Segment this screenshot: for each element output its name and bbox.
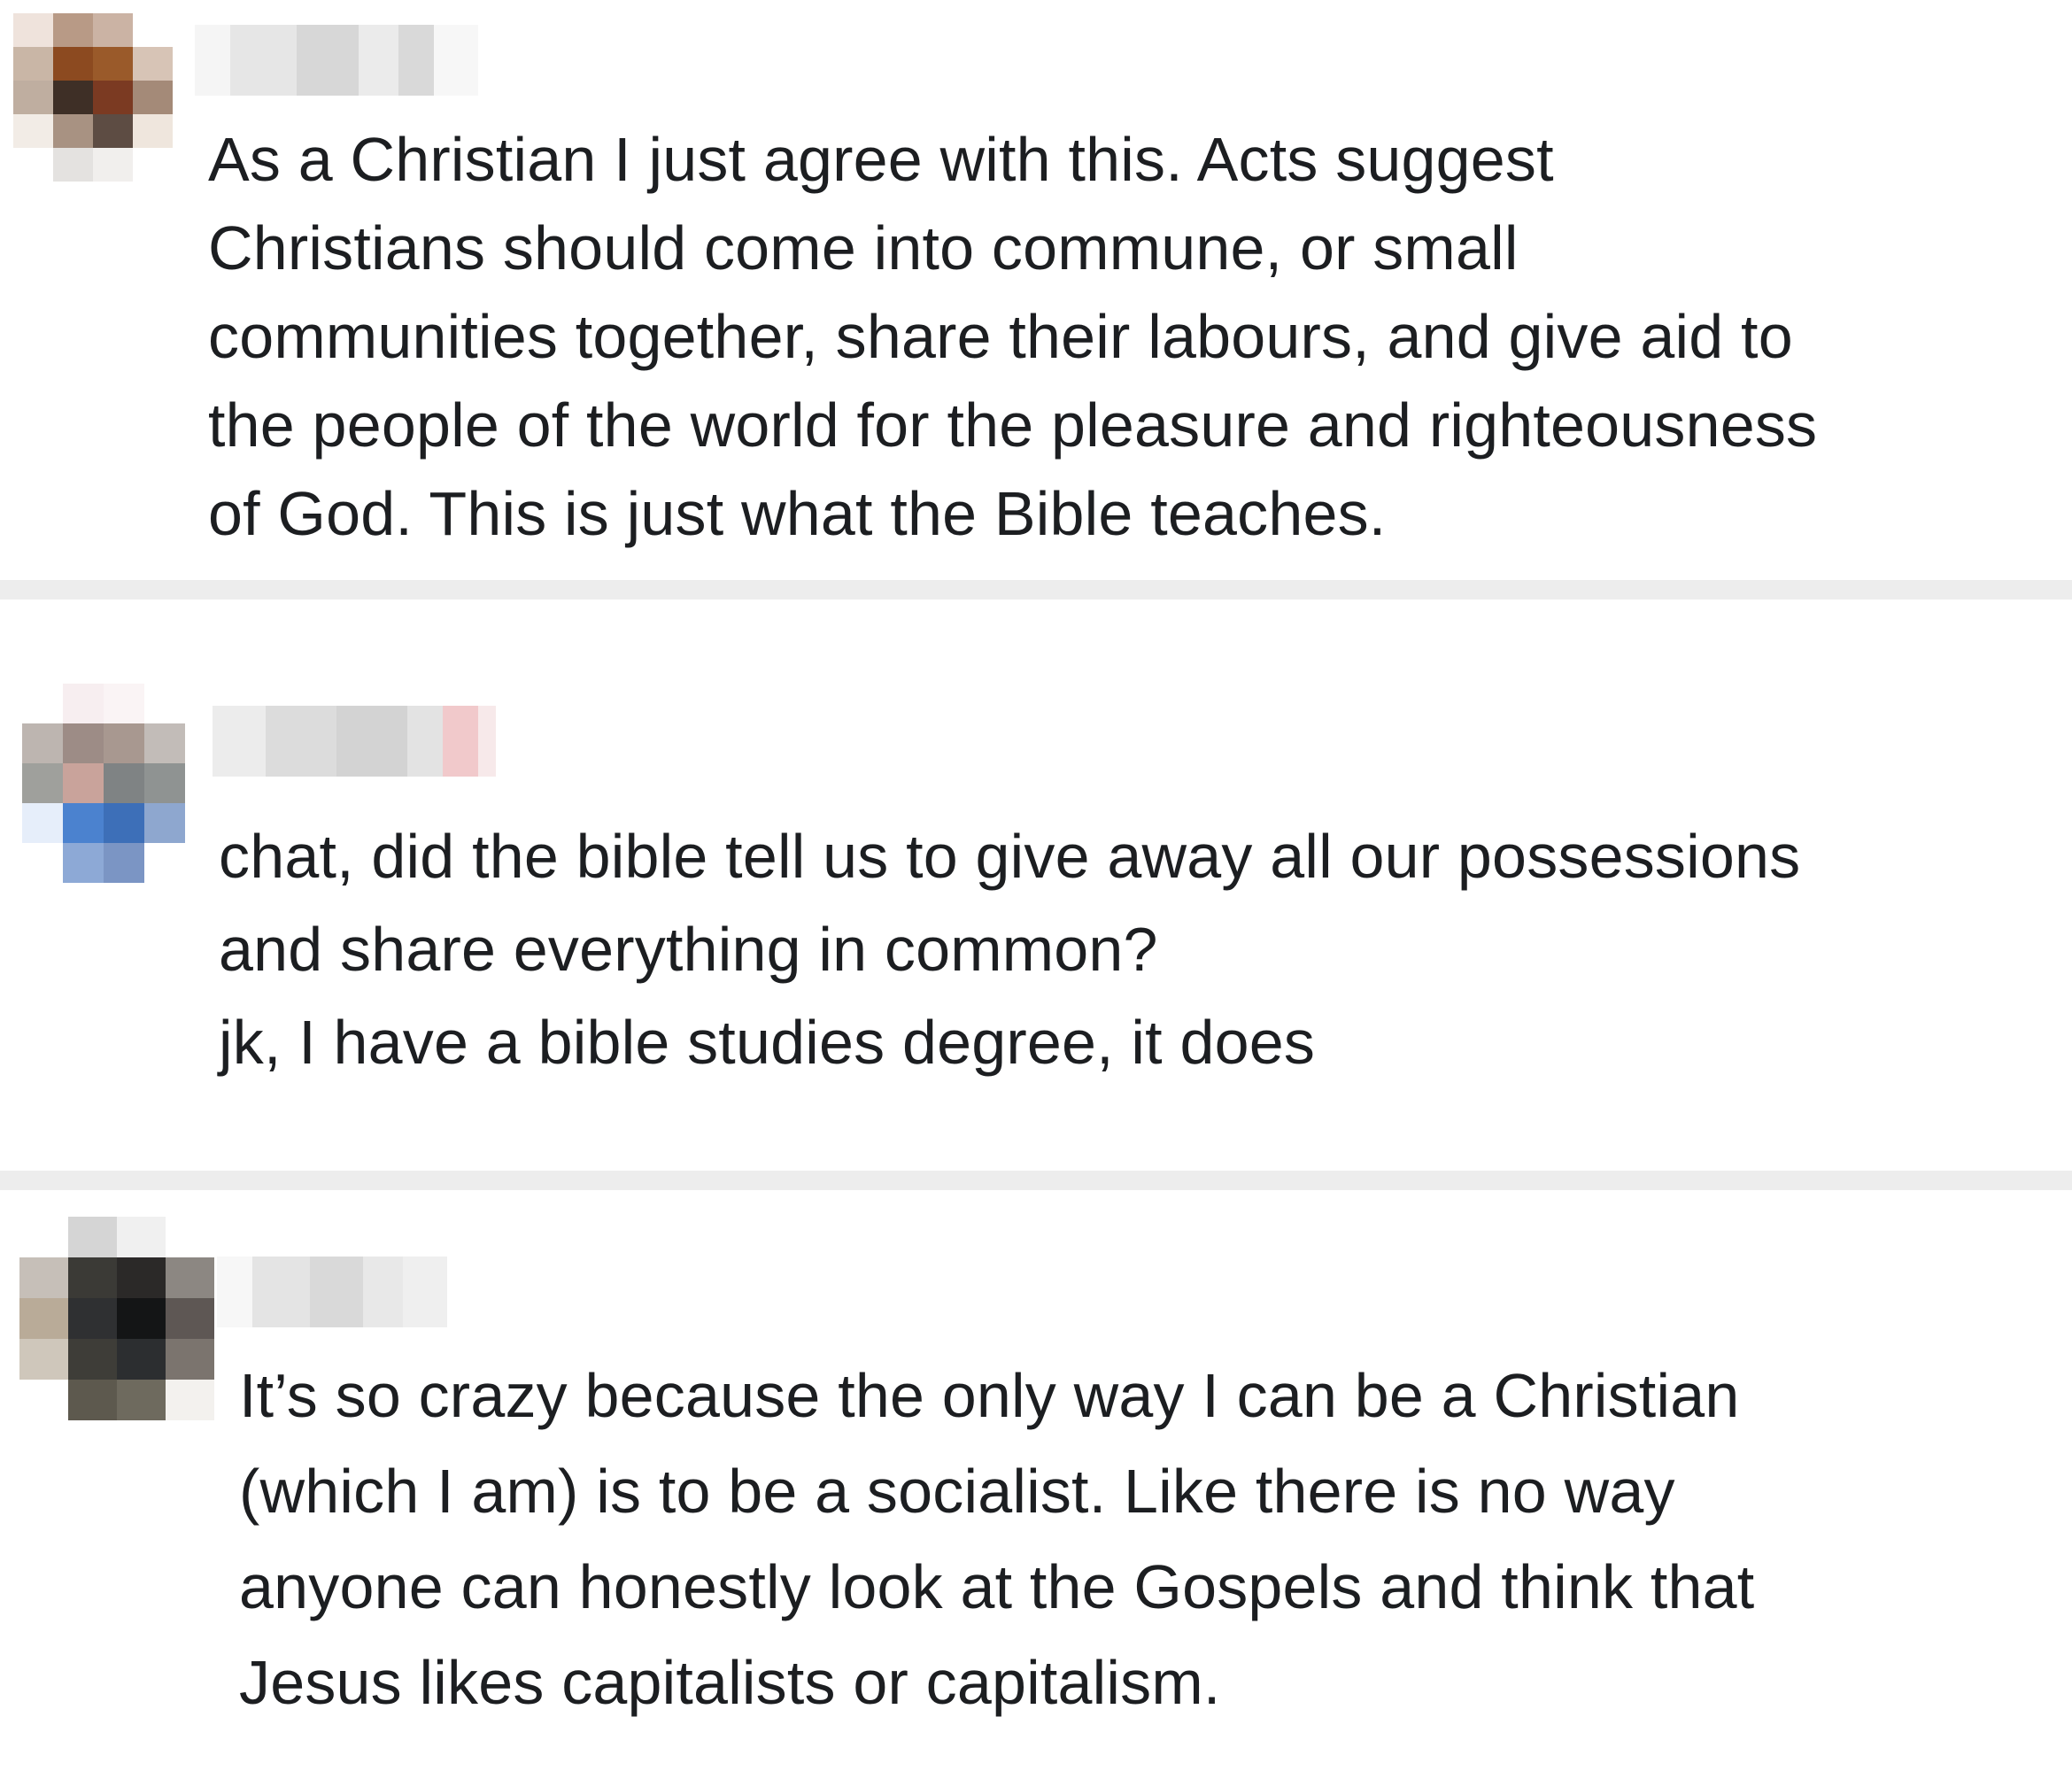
- avatar-pixel: [53, 148, 93, 182]
- author-name-redacted[interactable]: [217, 1257, 447, 1327]
- comment-text-line: anyone can honestly look at the Gospels …: [239, 1552, 1755, 1621]
- avatar-pixel: [22, 843, 63, 883]
- comment-text-line: of God. This is just what the Bible teac…: [208, 479, 1387, 548]
- avatar-pixel: [133, 47, 173, 81]
- avatar-pixelated[interactable]: [22, 684, 186, 883]
- comment-text-line: and share everything in common?: [219, 915, 1158, 984]
- avatar-pixel: [13, 148, 53, 182]
- avatar-pixel: [117, 1298, 166, 1339]
- comment-text: It’s so crazy because the only way I can…: [239, 1348, 1754, 1730]
- avatar-pixel: [104, 684, 144, 723]
- avatar-pixel: [93, 47, 133, 81]
- comment-text-line: communities together, share their labour…: [208, 302, 1793, 371]
- comment-text: chat, did the bible tell us to give away…: [219, 810, 1800, 1089]
- author-name-redacted[interactable]: [213, 706, 496, 777]
- avatar-pixel: [104, 763, 144, 803]
- avatar-pixel: [19, 1257, 68, 1298]
- avatar-pixel: [22, 684, 63, 723]
- avatar-pixel: [93, 148, 133, 182]
- avatar-pixel: [22, 803, 63, 843]
- avatar-pixel: [166, 1257, 214, 1298]
- comment-divider: [0, 1171, 2072, 1190]
- avatar-pixel: [63, 684, 104, 723]
- avatar-pixel: [13, 114, 53, 148]
- avatar-pixel: [104, 723, 144, 763]
- avatar-pixel: [22, 723, 63, 763]
- avatar-pixel: [166, 1298, 214, 1339]
- avatar-pixel: [68, 1257, 117, 1298]
- avatar-pixel: [68, 1339, 117, 1380]
- comment: As a Christian I just agree with this. A…: [0, 0, 2072, 580]
- avatar-pixel: [144, 803, 185, 843]
- avatar-pixel: [19, 1217, 68, 1257]
- comment: chat, did the bible tell us to give away…: [0, 599, 2072, 1171]
- comment-text-line: chat, did the bible tell us to give away…: [219, 822, 1801, 891]
- avatar-pixel: [19, 1339, 68, 1380]
- avatar-pixel: [144, 843, 185, 883]
- avatar-pixel: [13, 13, 53, 47]
- avatar-pixel: [22, 763, 63, 803]
- avatar-pixel: [166, 1380, 214, 1420]
- avatar-pixel: [68, 1298, 117, 1339]
- avatar-pixel: [104, 803, 144, 843]
- avatar-pixel: [63, 803, 104, 843]
- avatar-pixel: [93, 81, 133, 114]
- comment-feed: As a Christian I just agree with this. A…: [0, 0, 2072, 1771]
- comment: It’s so crazy because the only way I can…: [0, 1190, 2072, 1771]
- comment-text-line: (which I am) is to be a socialist. Like …: [239, 1457, 1675, 1526]
- avatar-pixel: [133, 13, 173, 47]
- avatar-pixel: [53, 47, 93, 81]
- avatar-pixel: [144, 763, 185, 803]
- avatar-pixelated[interactable]: [13, 13, 173, 182]
- avatar-pixel: [144, 684, 185, 723]
- avatar-pixel: [133, 148, 173, 182]
- avatar-pixel: [68, 1217, 117, 1257]
- avatar-pixel: [93, 114, 133, 148]
- avatar-pixel: [19, 1380, 68, 1420]
- avatar-pixel: [117, 1257, 166, 1298]
- author-name-redacted[interactable]: [195, 25, 478, 96]
- avatar-pixelated[interactable]: [19, 1217, 214, 1420]
- avatar-pixel: [63, 723, 104, 763]
- comment-text-line: It’s so crazy because the only way I can…: [239, 1361, 1740, 1430]
- avatar-pixel: [63, 843, 104, 883]
- avatar-pixel: [133, 81, 173, 114]
- avatar-pixel: [13, 81, 53, 114]
- avatar-pixel: [68, 1380, 117, 1420]
- comment-text-line: Jesus likes capitalists or capitalism.: [239, 1648, 1221, 1717]
- avatar-pixel: [144, 723, 185, 763]
- avatar-pixel: [166, 1339, 214, 1380]
- avatar-pixel: [104, 843, 144, 883]
- avatar-pixel: [53, 13, 93, 47]
- avatar-pixel: [117, 1339, 166, 1380]
- avatar-pixel: [133, 114, 173, 148]
- comment-text-line: jk, I have a bible studies degree, it do…: [219, 1008, 1316, 1077]
- avatar-pixel: [19, 1298, 68, 1339]
- avatar-pixel: [53, 114, 93, 148]
- comment-text: As a Christian I just agree with this. A…: [208, 115, 1817, 558]
- avatar-pixel: [53, 81, 93, 114]
- comment-divider: [0, 580, 2072, 599]
- avatar-pixel: [117, 1380, 166, 1420]
- avatar-pixel: [13, 47, 53, 81]
- comment-text-line: the people of the world for the pleasure…: [208, 391, 1818, 460]
- comment-text-line: Christians should come into commune, or …: [208, 213, 1519, 282]
- avatar-pixel: [117, 1217, 166, 1257]
- avatar-pixel: [63, 763, 104, 803]
- avatar-pixel: [166, 1217, 214, 1257]
- comment-text-line: As a Christian I just agree with this. A…: [208, 125, 1554, 194]
- avatar-pixel: [93, 13, 133, 47]
